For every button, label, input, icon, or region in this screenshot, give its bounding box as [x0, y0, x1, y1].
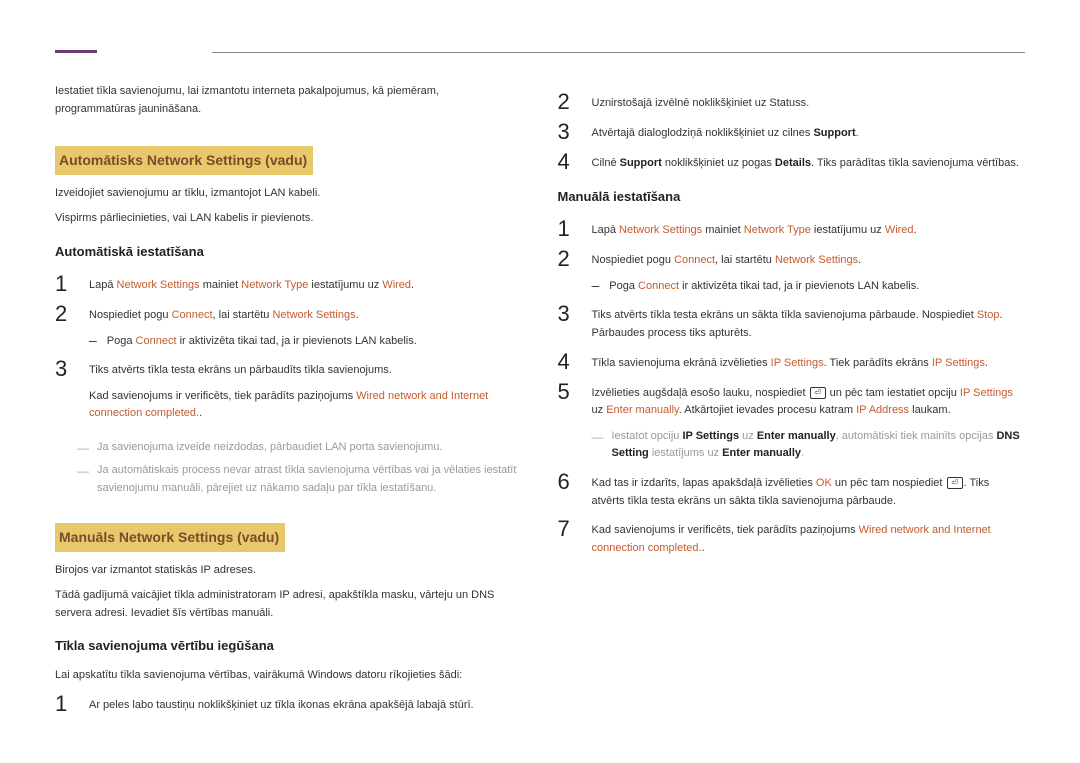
enter-icon: ⏎ — [947, 477, 963, 489]
right-column: 2 Uznirstošajā izvēlnē noklikšķiniet uz … — [558, 83, 1026, 723]
section-heading-auto: Automātisks Network Settings (vadu) — [55, 146, 313, 174]
note-mark-icon: ― — [592, 428, 604, 463]
accent-bar — [55, 50, 97, 53]
manual-step-6: 6 Kad tas ir izdarīts, lapas apakšdaļā i… — [558, 471, 1026, 510]
step-number: 1 — [55, 693, 75, 715]
section1-p2: Vispirms pārliecinieties, vai LAN kabeli… — [55, 210, 523, 228]
step-body: Tīkla savienojuma ekrānā izvēlieties IP … — [592, 351, 1026, 373]
step-body: Lapā Network Settings mainiet Network Ty… — [592, 218, 1026, 240]
section2-p2: Tādā gadījumā vaicājiet tīkla administra… — [55, 587, 523, 622]
manual-step-5: 5 Izvēlieties augšdaļā esošo lauku, nosp… — [558, 381, 1026, 420]
values-step-2: 2 Uznirstošajā izvēlnē noklikšķiniet uz … — [558, 91, 1026, 113]
step-body: Kad savienojums ir verificēts, tiek parā… — [592, 518, 1026, 557]
note-1: ― Ja savienojuma izveide neizdodas, pārb… — [77, 439, 523, 458]
step-body: Cilnē Support noklikšķiniet uz pogas Det… — [592, 151, 1026, 173]
subhead-auto: Automātiskā iestatīšana — [55, 242, 523, 263]
step-number: 4 — [558, 351, 578, 373]
step-body: Nospiediet pogu Connect, lai startētu Ne… — [592, 248, 1026, 270]
step-body: Kad tas ir izdarīts, lapas apakšdaļā izv… — [592, 471, 1026, 510]
auto-step-3: 3 Tiks atvērts tīkla testa ekrāns un pār… — [55, 358, 523, 431]
step-number: 6 — [558, 471, 578, 510]
manual-step-7: 7 Kad savienojums ir verificēts, tiek pa… — [558, 518, 1026, 557]
manual-step-4: 4 Tīkla savienojuma ekrānā izvēlieties I… — [558, 351, 1026, 373]
section-heading-manual: Manuāls Network Settings (vadu) — [55, 523, 285, 551]
document-page: Iestatiet tīkla savienojumu, lai izmanto… — [0, 0, 1080, 723]
step-number: 7 — [558, 518, 578, 557]
note-2: ― Ja automātiskais process nevar atrast … — [77, 462, 523, 497]
step-body: Nospiediet pogu Connect, lai startētu Ne… — [89, 303, 523, 325]
manual-step-2-bullet: ‒ Poga Connect ir aktivizēta tikai tad, … — [592, 278, 1026, 296]
manual-step-3: 3 Tiks atvērts tīkla testa ekrāns un sāk… — [558, 303, 1026, 342]
step-body: Uznirstošajā izvēlnē noklikšķiniet uz St… — [592, 91, 1026, 113]
step-number: 1 — [55, 273, 75, 295]
subhead-manual-setup: Manuālā iestatīšana — [558, 187, 1026, 208]
step-number: 3 — [558, 121, 578, 143]
header-rule — [55, 50, 1025, 53]
step-body: Atvērtajā dialoglodziņā noklikšķiniet uz… — [592, 121, 1026, 143]
values-step-3: 3 Atvērtajā dialoglodziņā noklikšķiniet … — [558, 121, 1026, 143]
step-number: 1 — [558, 218, 578, 240]
intro-text: Iestatiet tīkla savienojumu, lai izmanto… — [55, 83, 523, 118]
auto-step-2: 2 Nospiediet pogu Connect, lai startētu … — [55, 303, 523, 325]
left-column: Iestatiet tīkla savienojumu, lai izmanto… — [55, 83, 523, 723]
dash-icon: ‒ — [592, 278, 600, 296]
section2-p3: Lai apskatītu tīkla savienojuma vērtības… — [55, 667, 523, 685]
auto-step-1: 1 Lapā Network Settings mainiet Network … — [55, 273, 523, 295]
step-body: Ar peles labo taustiņu noklikšķiniet uz … — [89, 693, 523, 715]
subhead-values: Tīkla savienojuma vērtību iegūšana — [55, 636, 523, 657]
content-columns: Iestatiet tīkla savienojumu, lai izmanto… — [55, 83, 1025, 723]
values-step-4: 4 Cilnē Support noklikšķiniet uz pogas D… — [558, 151, 1026, 173]
step-body: Izvēlieties augšdaļā esošo lauku, nospie… — [592, 381, 1026, 420]
manual-step-1: 1 Lapā Network Settings mainiet Network … — [558, 218, 1026, 240]
manual-step-5-note: ― Iestatot opciju IP Settings uz Enter m… — [592, 428, 1026, 463]
step-number: 3 — [558, 303, 578, 342]
step-number: 3 — [55, 358, 75, 431]
note-mark-icon: ― — [77, 462, 89, 497]
step-number: 4 — [558, 151, 578, 173]
note-mark-icon: ― — [77, 439, 89, 458]
enter-icon: ⏎ — [810, 387, 826, 399]
step-number: 2 — [55, 303, 75, 325]
step-body: Lapā Network Settings mainiet Network Ty… — [89, 273, 523, 295]
manual-step-2: 2 Nospiediet pogu Connect, lai startētu … — [558, 248, 1026, 270]
values-step-1: 1 Ar peles labo taustiņu noklikšķiniet u… — [55, 693, 523, 715]
step-number: 2 — [558, 91, 578, 113]
step-body: Tiks atvērts tīkla testa ekrāns un sākta… — [592, 303, 1026, 342]
section1-p1: Izveidojiet savienojumu ar tīklu, izmant… — [55, 185, 523, 203]
dash-icon: ‒ — [89, 333, 97, 351]
auto-step-2-bullet: ‒ Poga Connect ir aktivizēta tikai tad, … — [89, 333, 523, 351]
step-body: Tiks atvērts tīkla testa ekrāns un pārba… — [89, 358, 523, 431]
step-number: 5 — [558, 381, 578, 420]
step-number: 2 — [558, 248, 578, 270]
section2-p1: Birojos var izmantot statiskās IP adrese… — [55, 562, 523, 580]
divider-line — [212, 52, 1025, 53]
